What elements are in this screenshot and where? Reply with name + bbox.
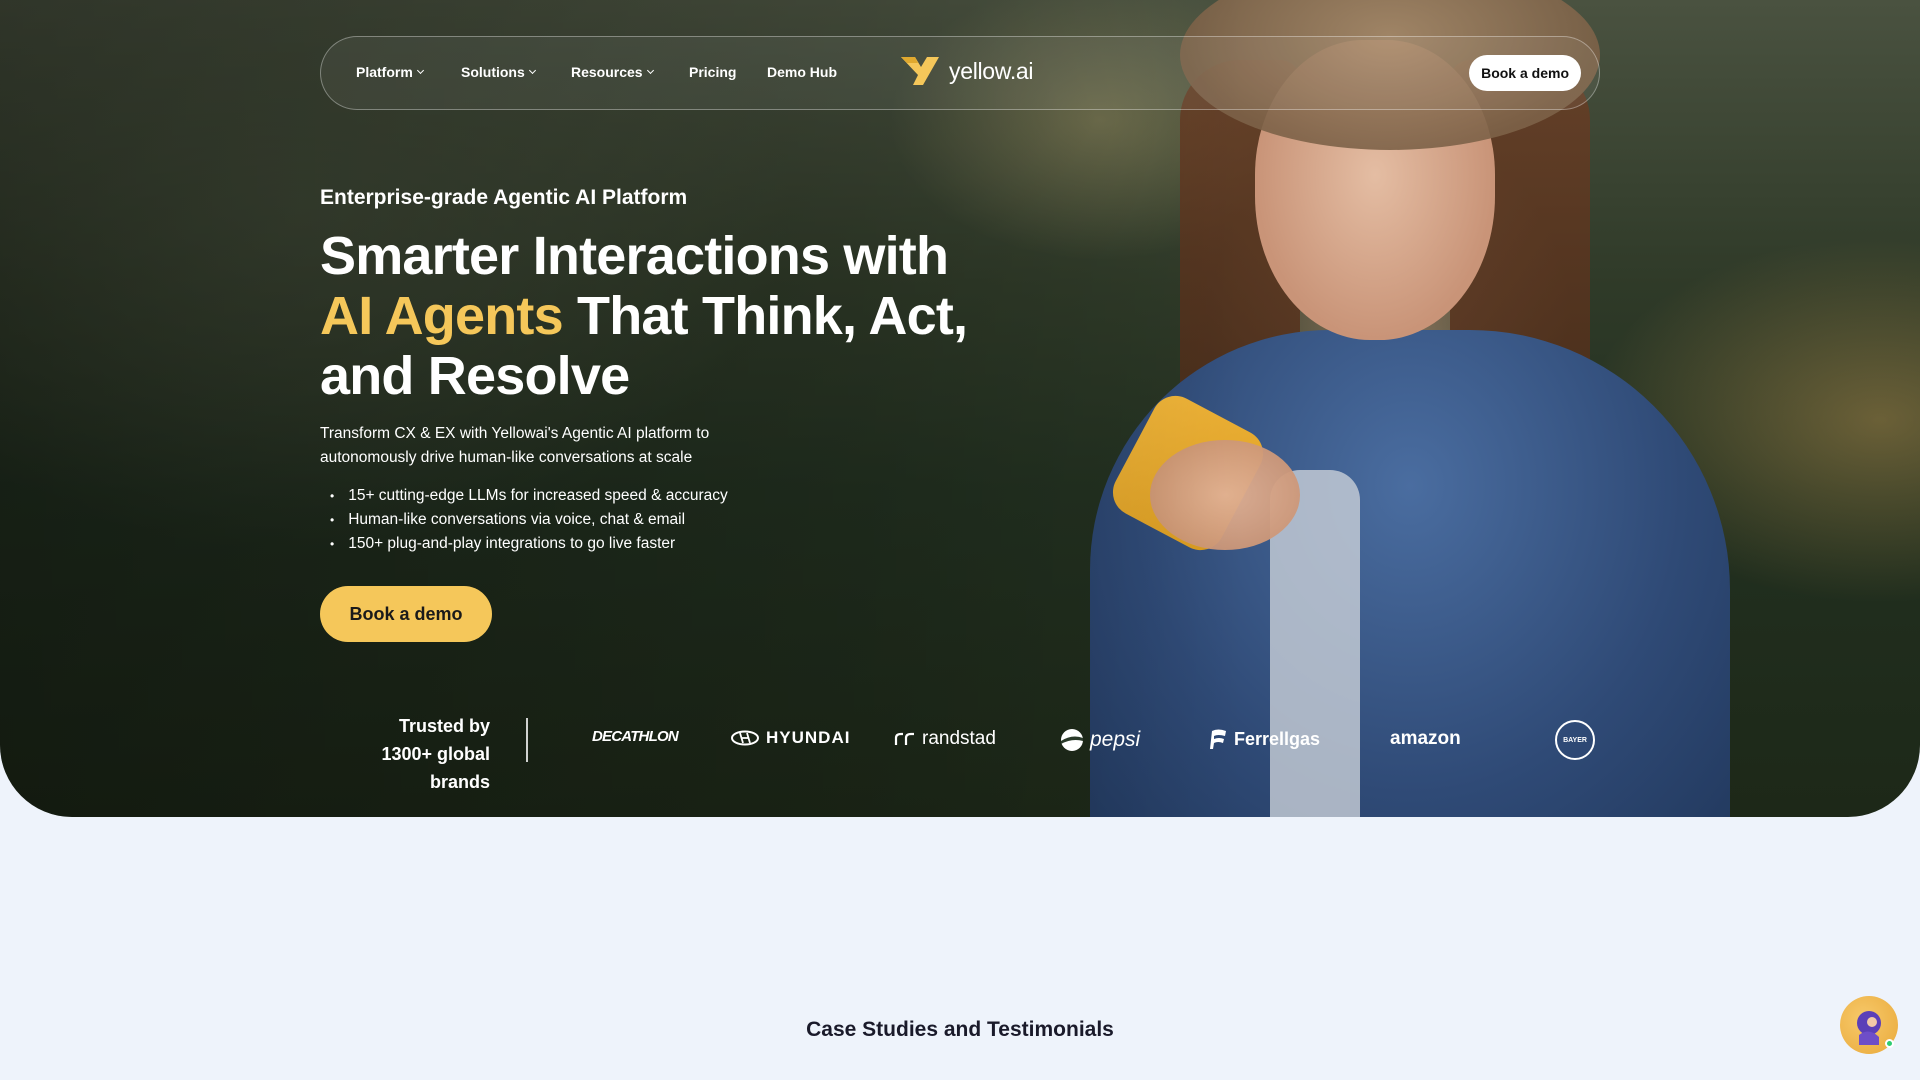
brand-logo-bayer: BAYER (1555, 720, 1595, 760)
nav-item-label: Demo Hub (767, 64, 837, 80)
brand-logo-randstad: randstad (894, 728, 996, 750)
trusted-by-label: Trusted by 1300+ global brands (320, 712, 490, 796)
nav-item-label: Solutions (461, 64, 525, 80)
trusted-divider (526, 718, 528, 762)
trusted-line-2: 1300+ global brands (381, 744, 490, 792)
hero-section: Platform Solutions Resources Pricing Dem… (0, 0, 1920, 817)
bullet-item: 15+ cutting-edge LLMs for increased spee… (330, 484, 728, 508)
randstad-emblem-icon (894, 732, 914, 745)
hero-book-demo-button[interactable]: Book a demo (320, 586, 492, 642)
trusted-line-1: Trusted by (398, 716, 490, 736)
brand-name: BAYER (1563, 736, 1587, 744)
chevron-down-icon (646, 66, 654, 75)
yellow-ai-logo-icon (901, 57, 939, 85)
brand-name: pepsi (1090, 728, 1141, 751)
nav-item-platform[interactable]: Platform (356, 64, 424, 80)
nav-item-resources[interactable]: Resources (571, 64, 654, 80)
brand-name: HYUNDAI (766, 728, 851, 747)
ferrellgas-flag-icon (1210, 729, 1226, 749)
nav-item-demo-hub[interactable]: Demo Hub (767, 64, 837, 80)
bullet-item: 150+ plug-and-play integrations to go li… (330, 532, 728, 556)
brand-name: Ferrellgas (1234, 728, 1321, 749)
nav-item-solutions[interactable]: Solutions (461, 64, 536, 80)
bullet-item: Human-like conversations via voice, chat… (330, 508, 728, 532)
brand-name: amazon (1390, 728, 1461, 749)
logo-text: yellow.ai (949, 57, 1034, 84)
nav-item-label: Resources (571, 64, 643, 80)
brand-logo-amazon: amazon (1390, 728, 1461, 750)
headline-line-2: That Think, Act, (562, 286, 968, 346)
hero-description: Transform CX & EX with Yellowai's Agenti… (320, 425, 710, 466)
case-studies-heading: Case Studies and Testimonials (806, 1018, 1114, 1041)
top-navigation: Platform Solutions Resources Pricing Dem… (320, 36, 1600, 110)
chat-assistant-button[interactable] (1840, 996, 1898, 1054)
nav-item-label: Platform (356, 64, 413, 80)
headline-line-3: and Resolve (320, 346, 630, 406)
chevron-down-icon (528, 66, 536, 75)
chevron-down-icon (416, 66, 424, 75)
pepsi-globe-icon (1061, 729, 1083, 751)
hero-overlay (0, 0, 1920, 817)
headline-line-1: Smarter Interactions with (320, 226, 949, 286)
hero-eyebrow: Enterprise-grade Agentic AI Platform (320, 186, 688, 209)
chat-assistant-icon (1857, 1011, 1881, 1045)
brand-logo-pepsi: pepsi (1060, 728, 1140, 752)
hero-headline: Smarter Interactions with AI Agents That… (320, 226, 1040, 406)
nav-item-pricing[interactable]: Pricing (689, 64, 736, 80)
brand-logo-ferrellgas: Ferrellgas (1208, 728, 1320, 750)
brand-logo-hyundai: HYUNDAI (730, 728, 850, 748)
brand-name: randstad (922, 728, 996, 749)
online-status-indicator (1885, 1039, 1894, 1048)
headline-highlight: AI Agents (320, 286, 564, 346)
hyundai-emblem-icon (731, 730, 759, 746)
brand-logo-decathlon: DECATHLON (592, 728, 679, 745)
hero-bullets: 15+ cutting-edge LLMs for increased spee… (330, 484, 728, 556)
nav-item-label: Pricing (689, 64, 737, 80)
brand-name: DECATHLON (592, 728, 679, 745)
site-logo[interactable]: yellow.ai (899, 53, 1034, 89)
nav-book-demo-button[interactable]: Book a demo (1469, 55, 1581, 91)
